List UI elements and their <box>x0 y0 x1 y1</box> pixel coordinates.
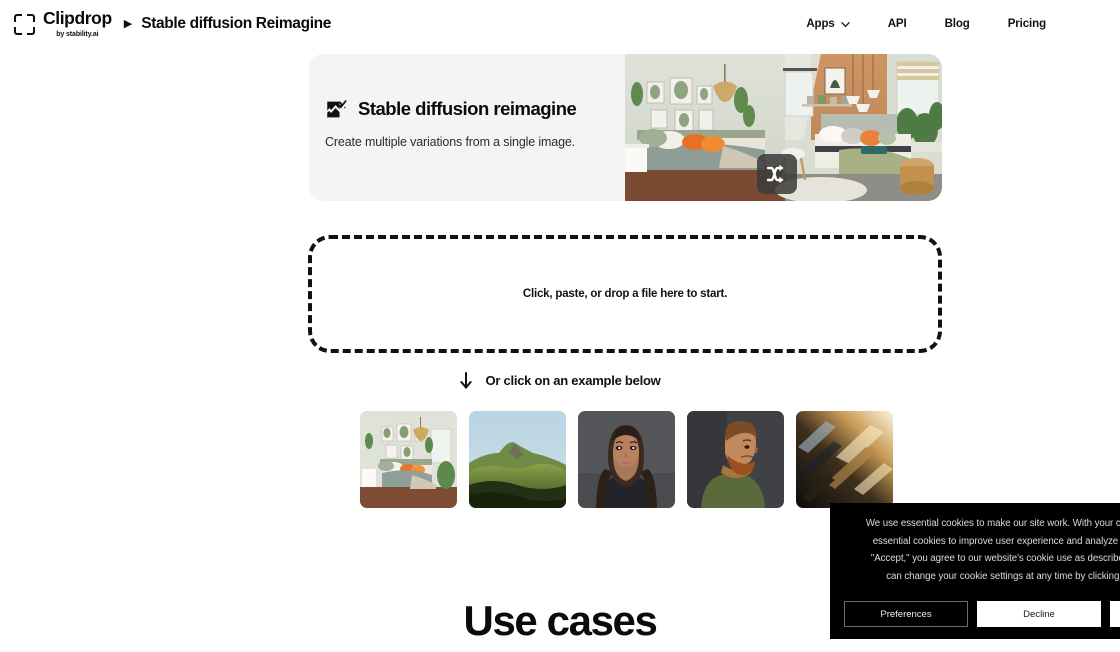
nav-item-blog[interactable]: Blog <box>945 18 970 30</box>
woman-portrait-thumbnail-image <box>578 411 675 508</box>
example-thumbnail-bedroom[interactable] <box>360 411 457 508</box>
bedroom-thumbnail-image <box>360 411 457 508</box>
hero-title: Stable diffusion reimagine <box>358 98 577 119</box>
clipdrop-frame-icon <box>14 14 35 36</box>
cookie-accept-button[interactable] <box>1110 601 1120 628</box>
example-thumbnail-mountain-landscape[interactable] <box>469 411 566 508</box>
app-page: Clipdrop by stability.ai ▶ Stable diffus… <box>0 0 1120 652</box>
example-thumbnail-abstract-light[interactable] <box>796 411 893 508</box>
breadcrumb-title: Stable diffusion Reimagine <box>141 15 332 32</box>
chevron-down-icon <box>840 21 850 27</box>
example-thumbnail-bearded-man[interactable] <box>687 411 784 508</box>
top-navigation-bar: Clipdrop by stability.ai ▶ Stable diffus… <box>0 0 1120 48</box>
file-dropzone[interactable]: Click, paste, or drop a file here to sta… <box>308 235 942 353</box>
cookie-text-line-3: "Accept," you agree to our website's coo… <box>870 553 1120 565</box>
nav-item-label: Apps <box>806 18 835 30</box>
cookie-text-line-4: can change your cookie settings at any t… <box>886 570 1120 582</box>
brand-logo[interactable]: Clipdrop by stability.ai <box>14 10 112 38</box>
abstract-light-thumbnail-image <box>796 411 893 508</box>
cookie-preferences-button[interactable]: Preferences <box>844 601 968 628</box>
cookie-text-line-2: essential cookies to improve user experi… <box>872 535 1120 547</box>
brand-text-block: Clipdrop by stability.ai <box>43 10 112 38</box>
hero-title-row: Stable diffusion reimagine <box>325 98 625 120</box>
hero-subtitle: Create multiple variations from a single… <box>325 135 576 149</box>
cookie-text-line-1: We use essential cookies to make our sit… <box>865 518 1120 529</box>
examples-hint: Or click on an example below <box>0 372 1120 389</box>
nav-item-label: Blog <box>944 18 970 30</box>
nav-links: Apps API Blog Pricing <box>806 18 1046 30</box>
hero-text-block: Stable diffusion reimagine Create multip… <box>309 54 625 201</box>
brand-name: Clipdrop <box>43 8 112 29</box>
example-thumbnail-woman-portrait[interactable] <box>578 411 675 508</box>
nav-item-pricing[interactable]: Pricing <box>1008 18 1046 30</box>
nav-item-api[interactable]: API <box>888 18 907 30</box>
dropzone-label: Click, paste, or drop a file here to sta… <box>522 288 728 300</box>
nav-item-label: Pricing <box>1007 18 1046 30</box>
arrow-down-icon <box>460 372 473 389</box>
bearded-man-thumbnail-image <box>687 411 784 508</box>
cookie-button-row: Preferences Decline <box>844 601 1120 628</box>
mountain-landscape-thumbnail-image <box>469 411 566 508</box>
breadcrumb-separator-icon: ▶ <box>123 17 133 30</box>
example-thumbnail-list <box>360 411 893 508</box>
image-shuffle-icon <box>327 99 347 117</box>
hero-preview-image <box>625 54 942 201</box>
cookie-consent-banner: We use essential cookies to make our sit… <box>830 503 1120 639</box>
brand-subtitle: by stability.ai <box>56 30 99 38</box>
examples-hint-label: Or click on an example below <box>485 373 661 388</box>
nav-item-label: API <box>887 18 907 30</box>
tool-hero-banner: Stable diffusion reimagine Create multip… <box>309 54 942 201</box>
cookie-decline-button[interactable]: Decline <box>977 601 1101 628</box>
shuffle-icon-badge <box>757 154 797 194</box>
nav-item-apps[interactable]: Apps <box>806 18 850 30</box>
shuffle-icon <box>766 164 784 184</box>
